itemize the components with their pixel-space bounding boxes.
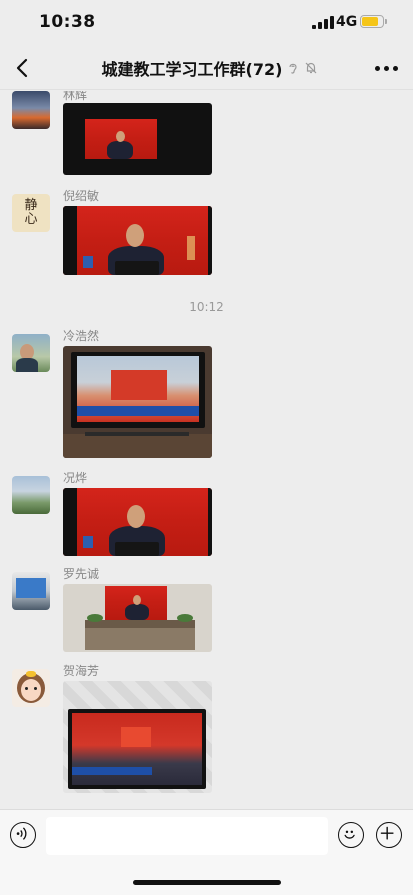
status-time: 10:38	[39, 12, 96, 32]
sender-name: 况烨	[63, 471, 88, 485]
avatar[interactable]	[12, 91, 50, 129]
message-list[interactable]: 林辉 静心 倪绍敏 10:12 冷浩然 况烨 罗先诚 贺海芳	[0, 91, 413, 809]
chat-title-group: 城建教工学习工作群(72)	[80, 56, 340, 80]
home-indicator[interactable]	[133, 880, 281, 885]
avatar[interactable]	[12, 669, 50, 707]
message-input[interactable]	[46, 817, 328, 855]
voice-icon	[16, 827, 27, 840]
voice-button[interactable]	[10, 822, 36, 848]
image-message[interactable]	[63, 206, 212, 275]
image-message[interactable]	[63, 103, 212, 175]
sender-name: 林辉	[63, 91, 88, 102]
more-options-button[interactable]	[375, 66, 399, 72]
add-button[interactable]	[376, 822, 402, 848]
avatar[interactable]	[12, 476, 50, 514]
avatar[interactable]	[12, 334, 50, 372]
sender-name: 罗先诚	[63, 567, 100, 581]
image-message[interactable]	[63, 488, 212, 556]
avatar[interactable]	[12, 572, 50, 610]
dot-icon	[375, 66, 380, 71]
sender-name: 倪绍敏	[63, 189, 100, 203]
status-bar: 10:38 4G	[0, 0, 413, 46]
emoji-button[interactable]	[338, 822, 364, 848]
avatar[interactable]: 静心	[12, 194, 50, 232]
chat-header: 城建教工学习工作群(72)	[0, 46, 413, 90]
image-message[interactable]	[63, 681, 212, 793]
sender-name: 贺海芳	[63, 664, 100, 678]
smiley-icon	[344, 830, 355, 839]
ear-icon	[289, 63, 298, 74]
back-button[interactable]	[10, 54, 36, 82]
image-message[interactable]	[63, 584, 212, 652]
chevron-left-icon	[16, 58, 28, 78]
chat-title: 城建教工学习工作群(72)	[101, 60, 283, 79]
battery-icon	[360, 15, 384, 28]
plus-icon	[380, 826, 394, 840]
signal-icon	[312, 16, 334, 29]
timestamp: 10:12	[189, 300, 224, 314]
network-type: 4G	[336, 14, 358, 30]
sender-name: 冷浩然	[63, 329, 100, 343]
mute-bell-icon	[306, 62, 317, 74]
image-message[interactable]	[63, 346, 212, 458]
